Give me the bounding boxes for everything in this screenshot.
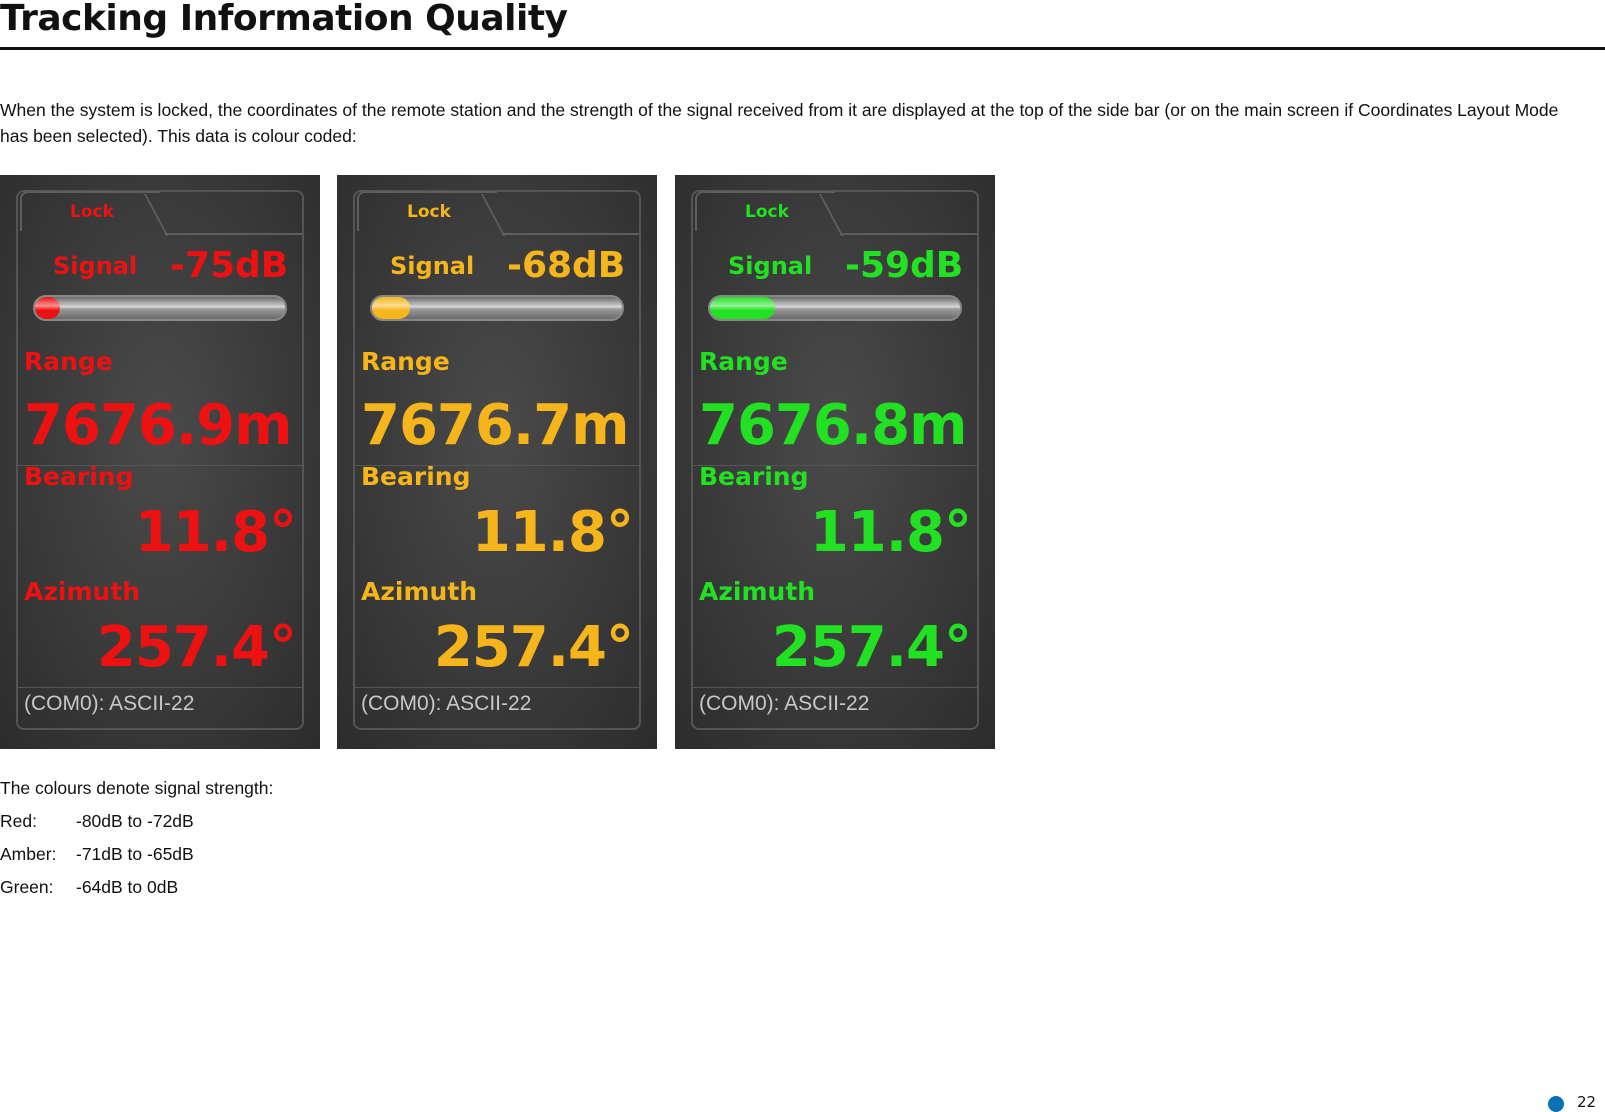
lock-label: Lock [70,202,114,222]
tracking-panel-red: Lock Signal -75dB Range 7676.9m Bearing … [0,175,320,749]
legend-range: -71dB to -65dB [76,844,194,864]
intro-paragraph: When the system is locked, the coordinat… [0,100,1559,146]
signal-strength-bar [370,295,624,321]
legend-range: -80dB to -72dB [76,811,194,831]
signal-label: Signal [728,252,813,280]
page-number: 22 [1577,1093,1597,1111]
page-title: Tracking Information Quality [0,0,568,39]
range-label: Range [361,347,450,376]
bearing-value: 11.8° [471,500,634,565]
signal-strength-fill [372,297,410,319]
azimuth-label: Azimuth [24,577,141,606]
bearing-value: 11.8° [809,500,972,565]
signal-value: -75dB [170,245,289,286]
signal-value: -68dB [507,245,626,286]
separator [355,687,639,688]
range-label: Range [24,347,113,376]
lock-label: Lock [745,202,789,222]
bearing-value: 11.8° [134,500,297,565]
com-port-label: (COM0): ASCII-22 [361,692,532,715]
signal-strength-fill [710,297,775,319]
legend-caption: The colours denote signal strength: [0,778,274,798]
azimuth-value: 257.4° [96,615,297,680]
signal-label: Signal [53,252,138,280]
page-marker-dot-icon [1548,1096,1564,1112]
azimuth-label: Azimuth [699,577,816,606]
range-value: 7676.9m [24,393,292,458]
separator [18,687,302,688]
legend-range: -64dB to 0dB [76,877,179,897]
lock-label: Lock [407,202,451,222]
tracking-panel-amber: Lock Signal -68dB Range 7676.7m Bearing … [337,175,657,749]
tab-line [165,233,302,235]
signal-strength-bar [708,295,962,321]
tab-line [840,233,977,235]
azimuth-value: 257.4° [771,615,972,680]
azimuth-label: Azimuth [361,577,478,606]
signal-value: -59dB [845,245,964,286]
azimuth-value: 257.4° [433,615,634,680]
tracking-panel-green: Lock Signal -59dB Range 7676.8m Bearing … [675,175,995,749]
legend-name: Green: [0,877,54,897]
com-port-label: (COM0): ASCII-22 [699,692,870,715]
title-rule [0,47,1605,50]
com-port-label: (COM0): ASCII-22 [24,692,195,715]
signal-strength-fill [35,297,60,319]
signal-label: Signal [390,252,475,280]
bearing-label: Bearing [699,462,809,491]
legend-name: Red: [0,811,37,831]
signal-strength-bar [33,295,287,321]
bearing-label: Bearing [24,462,134,491]
bearing-label: Bearing [361,462,471,491]
range-label: Range [699,347,788,376]
legend-name: Amber: [0,844,57,864]
range-value: 7676.7m [361,393,629,458]
range-value: 7676.8m [699,393,967,458]
separator [693,687,977,688]
tab-line [502,233,639,235]
